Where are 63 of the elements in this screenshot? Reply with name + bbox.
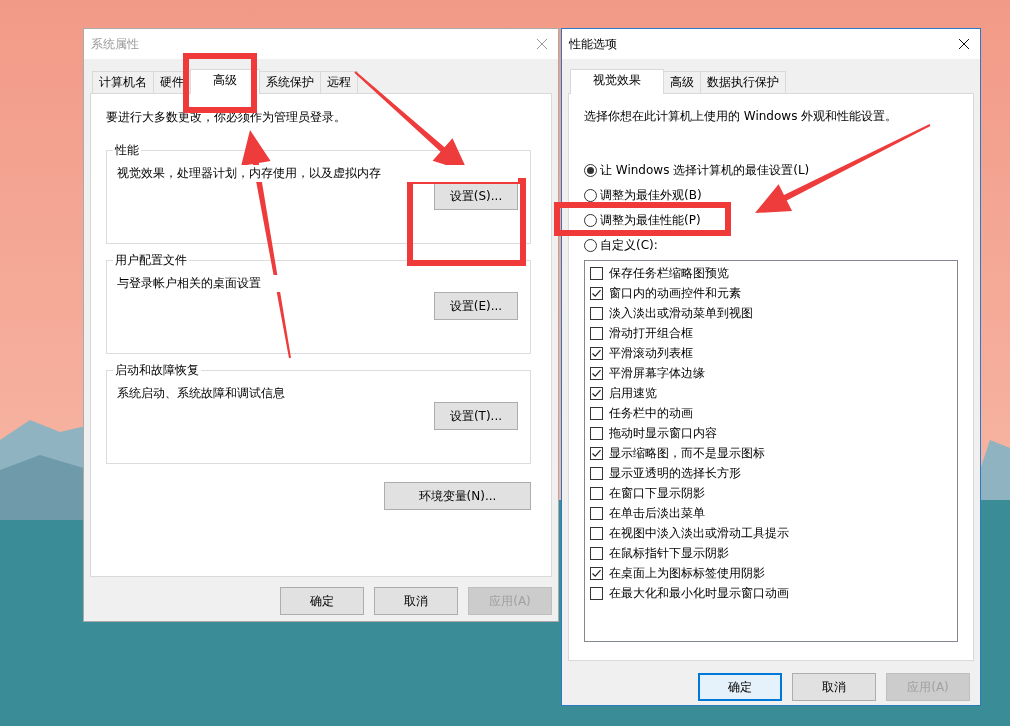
checkbox-label[interactable]: 平滑屏幕字体边缘 [609,364,705,382]
radio-label[interactable]: 自定义(C): [600,237,658,254]
checkbox[interactable] [590,266,603,280]
window-title: 性能选项 [569,35,617,53]
checkbox[interactable] [590,546,603,560]
checkbox-label[interactable]: 拖动时显示窗口内容 [609,424,717,442]
settings-button[interactable]: 设置(S)... [434,182,518,210]
checkbox[interactable] [590,506,603,520]
environment-variables-button[interactable]: 环境变量(N)... [384,482,531,510]
checkbox[interactable] [590,466,603,480]
dialog-button[interactable]: 确定 [280,587,364,615]
checkbox[interactable] [590,426,603,440]
radio-label[interactable]: 调整为最佳外观(B) [600,187,702,204]
dialog-button[interactable]: 取消 [374,587,458,615]
checkbox[interactable] [590,306,603,320]
radio-button[interactable] [584,189,597,202]
radio-button[interactable] [584,239,597,252]
checkbox-label[interactable]: 在窗口下显示阴影 [609,484,705,502]
close-icon[interactable] [958,38,970,50]
window-title: 系统属性 [91,35,139,53]
settings-button[interactable]: 设置(E)... [434,292,518,320]
checkbox[interactable] [590,366,603,380]
checkbox-label[interactable]: 在视图中淡入淡出或滑动工具提示 [609,524,789,542]
radio-button[interactable] [584,214,597,227]
checkbox[interactable] [590,406,603,420]
group-title: 启动和故障恢复 [114,362,200,379]
checkbox[interactable] [590,586,603,600]
checkbox-label[interactable]: 在桌面上为图标标签使用阴影 [609,564,765,582]
intro-text: 选择你想在此计算机上使用的 Windows 外观和性能设置。 [584,108,899,125]
checkbox-label[interactable]: 滑动打开组合框 [609,324,693,342]
checkbox[interactable] [590,526,603,540]
tab[interactable]: 高级 [190,69,260,94]
checkbox-label[interactable]: 保存任务栏缩略图预览 [609,264,729,282]
checkbox[interactable] [590,446,603,460]
radio-label[interactable]: 让 Windows 选择计算机的最佳设置(L) [600,162,810,179]
settings-button[interactable]: 设置(T)... [434,402,518,430]
checkbox[interactable] [590,286,603,300]
tab[interactable]: 视觉效果 [570,69,664,94]
tab[interactable]: 计算机名 [92,71,154,93]
group-title: 用户配置文件 [114,252,188,269]
group-description: 视觉效果，处理器计划，内存使用，以及虚拟内存 [117,165,518,182]
checkbox-label[interactable]: 在鼠标指针下显示阴影 [609,544,729,562]
tab[interactable]: 远程 [320,71,358,93]
checkbox[interactable] [590,386,603,400]
checkbox-label[interactable]: 平滑滚动列表框 [609,344,693,362]
radio-button[interactable] [584,164,597,177]
group-title: 性能 [114,142,140,159]
tab[interactable]: 数据执行保护 [700,71,786,93]
checkbox[interactable] [590,326,603,340]
checkbox-label[interactable]: 窗口内的动画控件和元素 [609,284,741,302]
dialog-button[interactable]: 取消 [792,673,876,701]
radio-label[interactable]: 调整为最佳性能(P) [600,212,701,229]
checkbox-label[interactable]: 任务栏中的动画 [609,404,693,422]
dialog-button[interactable]: 确定 [698,673,782,701]
checkbox[interactable] [590,346,603,360]
checkbox[interactable] [590,486,603,500]
checkbox-label[interactable]: 显示缩略图，而不是显示图标 [609,444,765,462]
checkbox-label[interactable]: 显示亚透明的选择长方形 [609,464,741,482]
checkbox-label[interactable]: 启用速览 [609,384,657,402]
checkbox-label[interactable]: 在最大化和最小化时显示窗口动画 [609,584,789,602]
checkbox[interactable] [590,566,603,580]
checkbox-label[interactable]: 淡入淡出或滑动菜单到视图 [609,304,753,322]
checkbox-label[interactable]: 在单击后淡出菜单 [609,504,705,522]
